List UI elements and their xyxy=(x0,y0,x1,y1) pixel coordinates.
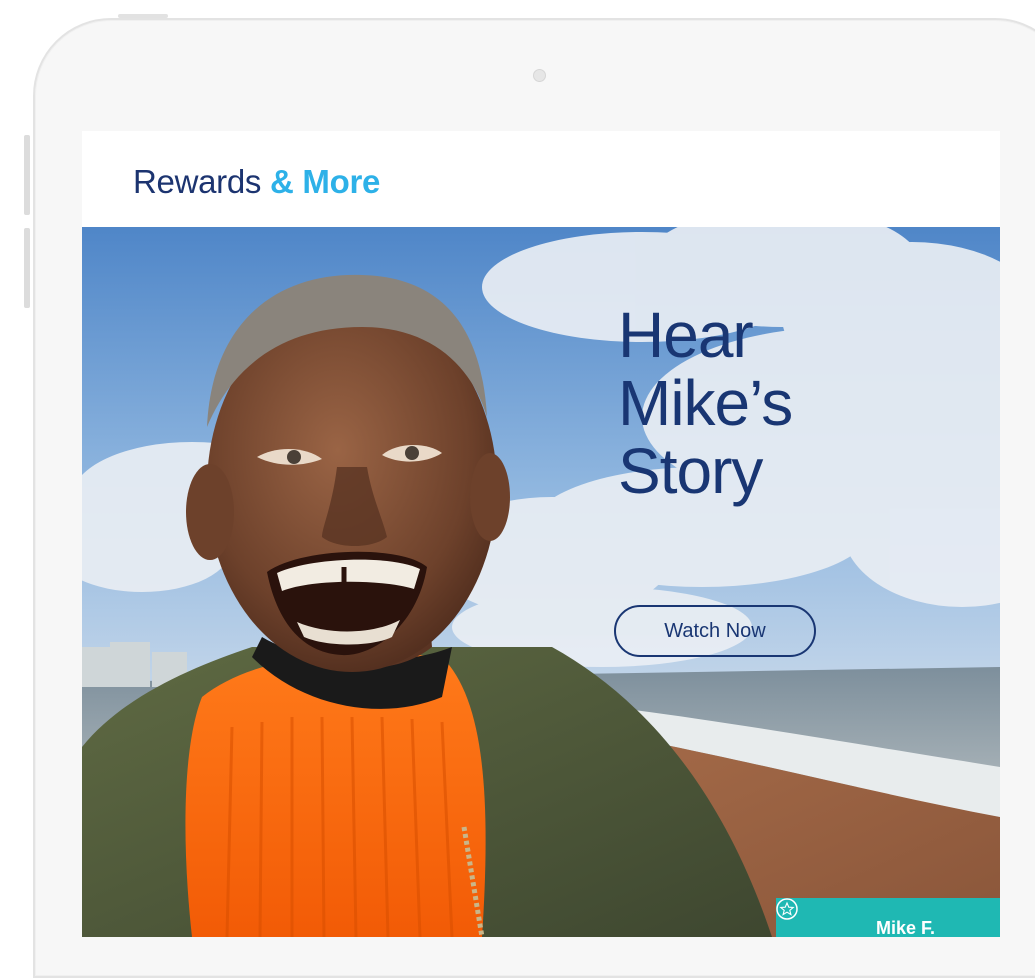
camera-icon xyxy=(533,69,546,82)
headline-line-2: Mike’s xyxy=(618,367,793,439)
star-icon xyxy=(776,898,798,920)
brand-word-rewards: Rewards xyxy=(133,163,262,200)
app-header: Rewards & More xyxy=(82,131,1000,227)
headline-line-3: Story xyxy=(618,435,763,507)
brand-logo[interactable]: Rewards & More xyxy=(133,163,380,201)
hero-headline: Hear Mike’s Story xyxy=(618,301,978,505)
brand-word-more: & More xyxy=(270,163,381,200)
name-tag-label: Mike F. xyxy=(876,918,936,937)
name-tag[interactable]: Mike F. xyxy=(776,898,1000,937)
hero-banner: Hear Mike’s Story Watch Now Mike F. xyxy=(82,227,1000,937)
device-side-button-1 xyxy=(24,135,30,215)
device-side-button-2 xyxy=(24,228,30,308)
tablet-screen: Rewards & More Hear Mike’s Story Watch N… xyxy=(82,131,1000,937)
headline-line-1: Hear xyxy=(618,299,754,371)
watch-now-button[interactable]: Watch Now xyxy=(614,605,816,657)
